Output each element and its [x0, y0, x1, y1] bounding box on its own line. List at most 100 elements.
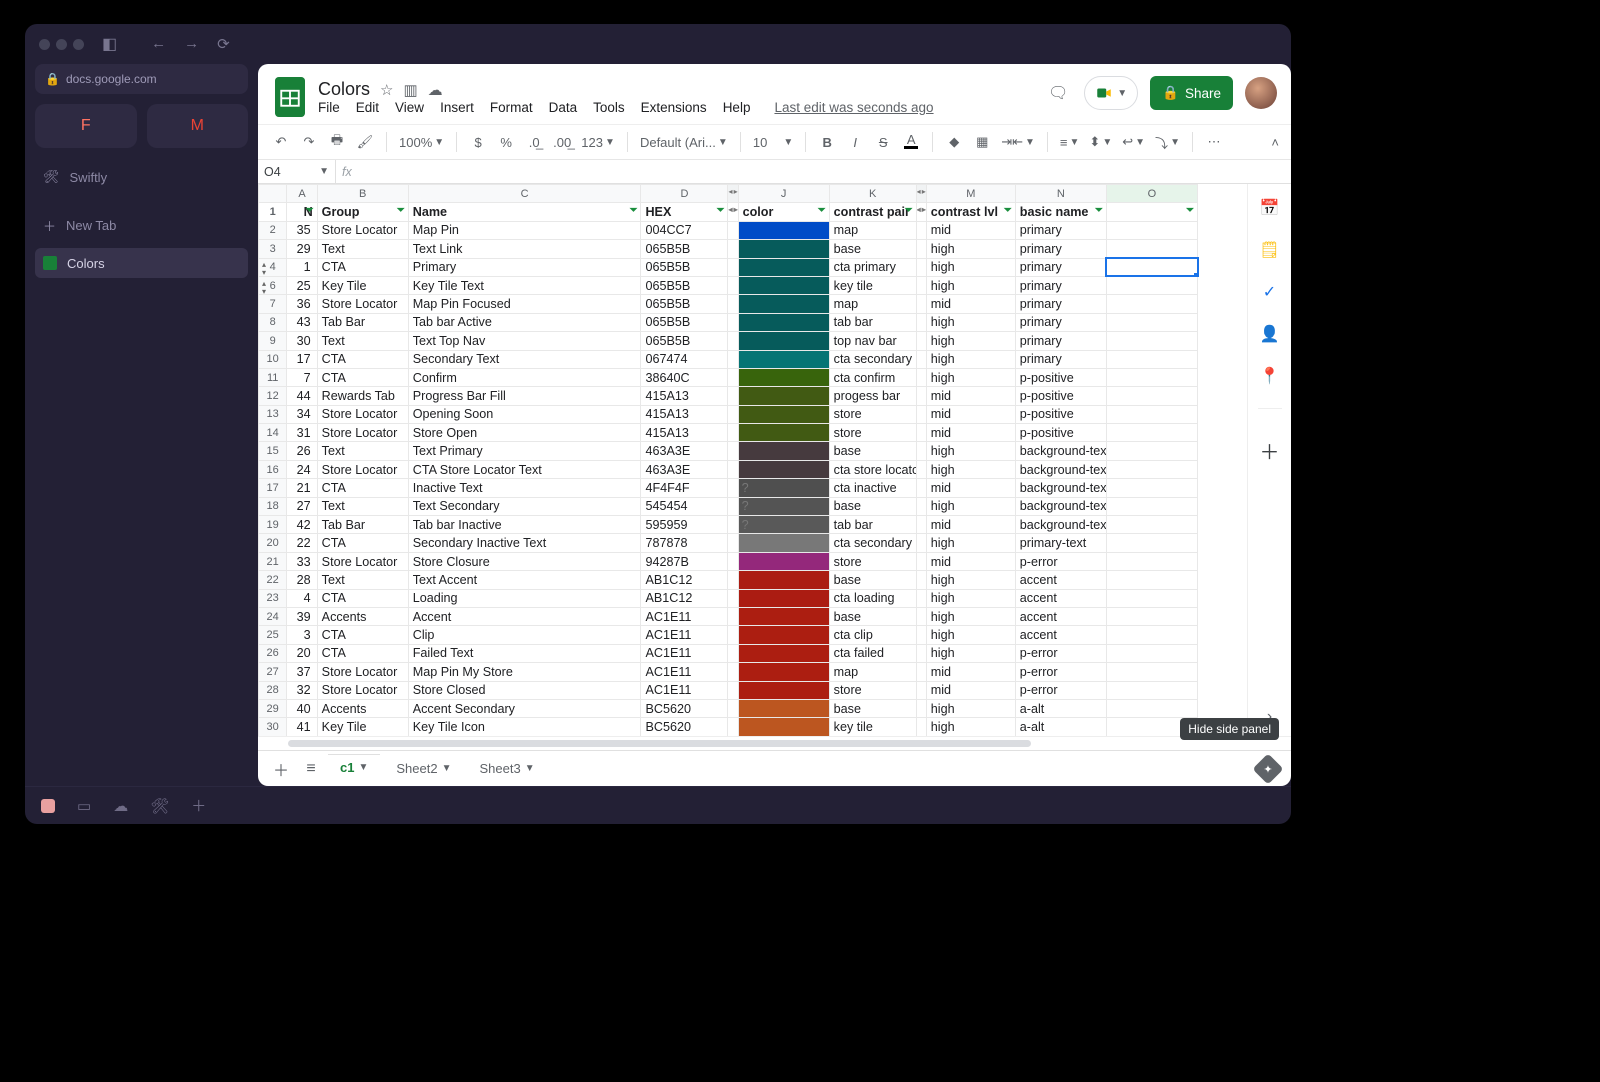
cell[interactable]: primary — [1015, 276, 1106, 294]
cell[interactable]: Store Closure — [408, 552, 641, 570]
cell[interactable]: Key Tile Text — [408, 276, 641, 294]
row-header[interactable]: 16 — [259, 460, 287, 478]
cell[interactable]: primary — [1015, 332, 1106, 350]
cell[interactable] — [1106, 644, 1197, 662]
cell[interactable]: accent — [1015, 626, 1106, 644]
horizontal-scrollbar[interactable] — [258, 736, 1291, 750]
font-size-select[interactable]: 10▼ — [753, 135, 793, 150]
sheets-logo-icon[interactable] — [272, 73, 308, 121]
color-swatch-cell[interactable] — [738, 442, 829, 460]
row-header[interactable]: 15 — [259, 442, 287, 460]
cell[interactable]: 27 — [287, 497, 317, 515]
col-header-c[interactable]: C — [408, 185, 641, 203]
cell[interactable]: Secondary Text — [408, 350, 641, 368]
cell[interactable] — [1106, 497, 1197, 515]
cell[interactable]: p-error — [1015, 644, 1106, 662]
col-header-n[interactable]: N — [1015, 185, 1106, 203]
color-swatch-cell[interactable]: ? — [738, 479, 829, 497]
cell[interactable]: 4F4F4F — [641, 479, 728, 497]
add-sheet-icon[interactable]: ＋ — [268, 757, 294, 781]
color-swatch-cell[interactable] — [738, 221, 829, 239]
cell[interactable]: 22 — [287, 534, 317, 552]
cell[interactable]: a-alt — [1015, 718, 1106, 736]
color-swatch-cell[interactable] — [738, 313, 829, 331]
col-header-o[interactable]: O — [1106, 185, 1197, 203]
cell[interactable]: 065B5B — [641, 313, 728, 331]
cell[interactable]: primary — [1015, 258, 1106, 276]
cell[interactable]: mid — [926, 681, 1015, 699]
menu-format[interactable]: Format — [490, 100, 533, 115]
halign-icon[interactable]: ≡▼ — [1060, 135, 1080, 150]
cell[interactable]: p-error — [1015, 552, 1106, 570]
row-header[interactable]: ▴▾6 — [259, 276, 287, 294]
cell[interactable]: 31 — [287, 424, 317, 442]
cell[interactable]: Inactive Text — [408, 479, 641, 497]
sidebar-item-swiftly[interactable]: 🛠 Swiftly — [35, 162, 248, 192]
cell[interactable]: 065B5B — [641, 276, 728, 294]
cell[interactable]: cta inactive — [829, 479, 916, 497]
cell[interactable]: 415A13 — [641, 405, 728, 423]
cell[interactable]: map — [829, 221, 916, 239]
cell[interactable]: Tab bar Active — [408, 313, 641, 331]
cell[interactable]: p-error — [1015, 681, 1106, 699]
color-swatch-cell[interactable] — [738, 571, 829, 589]
col-header-j[interactable]: J — [738, 185, 829, 203]
zoom-select[interactable]: 100% ▼ — [399, 135, 444, 150]
paint-format-icon[interactable]: 🖌 — [356, 134, 374, 150]
col-header-d[interactable]: D — [641, 185, 728, 203]
cell[interactable]: AC1E11 — [641, 644, 728, 662]
cell[interactable]: Tab bar Inactive — [408, 516, 641, 534]
fill-color-icon[interactable]: ◆ — [945, 134, 963, 150]
row-header[interactable]: 20 — [259, 534, 287, 552]
cell[interactable] — [1106, 332, 1197, 350]
cell[interactable]: ⏷ — [1106, 203, 1197, 221]
cell[interactable]: primary — [1015, 295, 1106, 313]
cell[interactable]: Key Tile — [317, 276, 408, 294]
cell[interactable]: high — [926, 313, 1015, 331]
archive-icon[interactable]: ☁ — [113, 797, 128, 815]
sidebar-tab-colors[interactable]: Colors — [35, 248, 248, 278]
row-header[interactable]: 1 — [259, 203, 287, 221]
cell[interactable]: Group⏷ — [317, 203, 408, 221]
cell[interactable]: CTA — [317, 534, 408, 552]
cell[interactable] — [1106, 387, 1197, 405]
color-swatch-cell[interactable] — [738, 663, 829, 681]
cell[interactable]: mid — [926, 552, 1015, 570]
active-cell[interactable] — [1106, 258, 1197, 276]
cell[interactable]: mid — [926, 479, 1015, 497]
cell[interactable] — [1106, 699, 1197, 717]
cell[interactable]: Store Locator — [317, 221, 408, 239]
strike-icon[interactable]: S — [874, 135, 892, 150]
cell[interactable]: Text — [317, 240, 408, 258]
cell[interactable]: AC1E11 — [641, 681, 728, 699]
color-swatch-cell[interactable] — [738, 387, 829, 405]
row-header[interactable]: 17 — [259, 479, 287, 497]
cell[interactable]: 33 — [287, 552, 317, 570]
decrease-decimal-icon[interactable]: .0̲ — [525, 135, 543, 150]
cell[interactable]: 21 — [287, 479, 317, 497]
share-button[interactable]: 🔒 Share — [1150, 76, 1233, 110]
cell[interactable]: Store Locator — [317, 295, 408, 313]
cell[interactable]: 17 — [287, 350, 317, 368]
cell[interactable] — [1106, 479, 1197, 497]
cell[interactable]: primary — [1015, 240, 1106, 258]
menu-data[interactable]: Data — [549, 100, 578, 115]
cell[interactable]: 3 — [287, 626, 317, 644]
redo-icon[interactable]: ↷ — [300, 134, 318, 150]
cell[interactable]: high — [926, 240, 1015, 258]
cell[interactable]: Text Link — [408, 240, 641, 258]
sheet-tab-c1[interactable]: c1▼ — [328, 755, 380, 783]
cell[interactable]: primary-text — [1015, 534, 1106, 552]
row-header[interactable]: 2 — [259, 221, 287, 239]
cell[interactable] — [1106, 295, 1197, 313]
cell[interactable]: 24 — [287, 460, 317, 478]
cell[interactable]: Store Locator — [317, 460, 408, 478]
color-swatch-cell[interactable] — [738, 681, 829, 699]
cell[interactable]: Store Locator — [317, 681, 408, 699]
cell[interactable] — [1106, 663, 1197, 681]
cell[interactable]: 28 — [287, 571, 317, 589]
cell[interactable]: contrast lvl⏷ — [926, 203, 1015, 221]
cell[interactable]: 29 — [287, 240, 317, 258]
cell[interactable]: N⏷ — [287, 203, 317, 221]
cell[interactable]: 39 — [287, 607, 317, 625]
